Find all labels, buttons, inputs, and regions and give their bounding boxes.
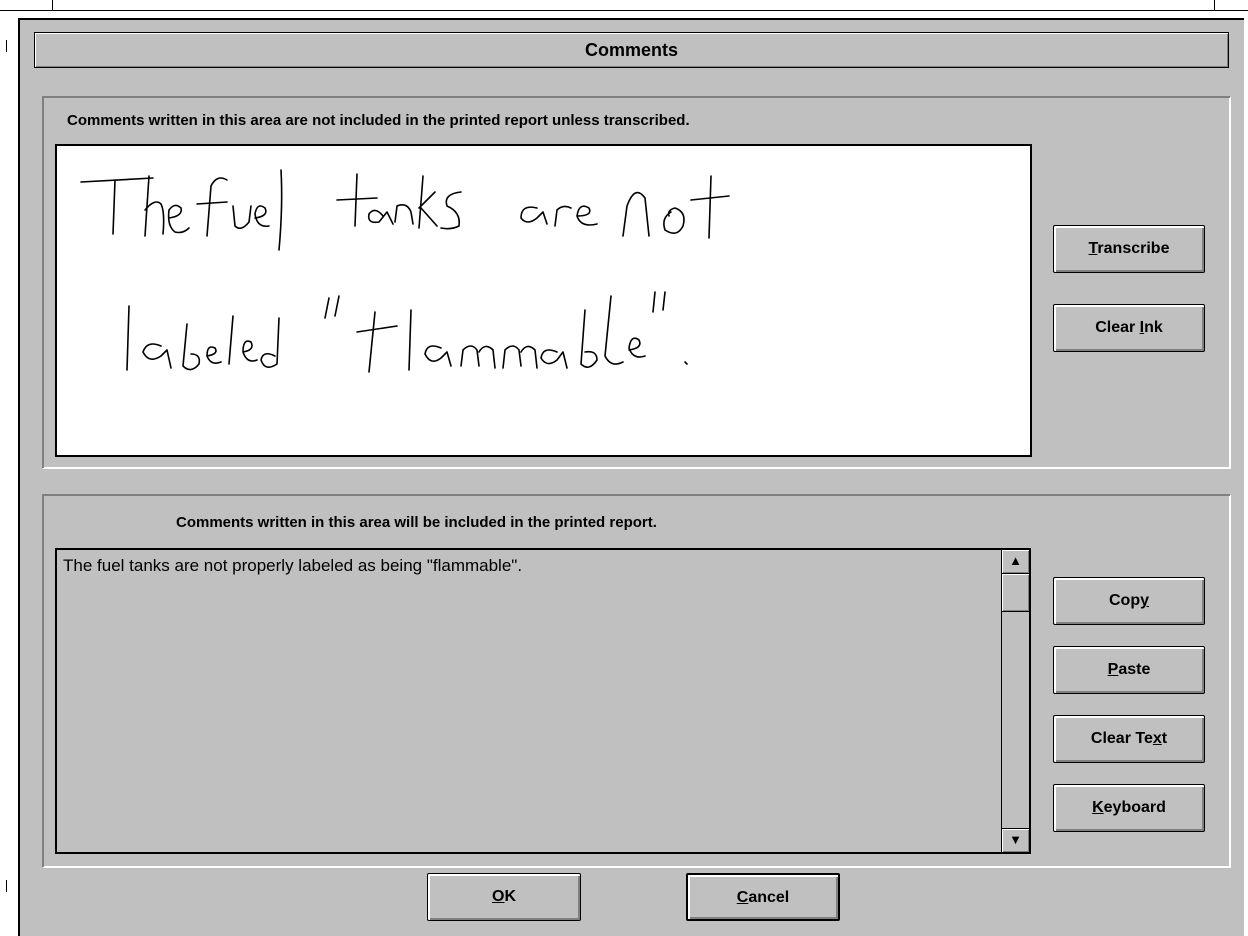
scroll-thumb[interactable]	[1002, 574, 1029, 612]
comments-text: The fuel tanks are not properly labeled …	[63, 556, 523, 575]
copy-button[interactable]: Copy	[1053, 577, 1205, 625]
ink-section-label: Comments written in this area are not in…	[67, 112, 690, 129]
frame-tick	[1214, 0, 1215, 10]
vertical-scrollbar[interactable]: ▲ ▼	[1001, 550, 1029, 852]
clear-text-button[interactable]: Clear Text	[1053, 715, 1205, 763]
text-section-label: Comments written in this area will be in…	[176, 514, 657, 531]
scroll-up-arrow-icon[interactable]: ▲	[1002, 550, 1029, 574]
paste-button[interactable]: Paste	[1053, 646, 1205, 694]
handwriting-ink	[80, 169, 730, 373]
comments-dialog: Comments Comments written in this area a…	[18, 18, 1244, 936]
comments-text-area[interactable]: The fuel tanks are not properly labeled …	[55, 548, 1031, 854]
frame-line	[0, 10, 1248, 11]
transcribe-button[interactable]: Transcribe	[1053, 225, 1205, 273]
ink-canvas[interactable]	[55, 144, 1032, 457]
cancel-button[interactable]: Cancel	[686, 873, 840, 921]
dialog-title: Comments	[34, 32, 1229, 68]
frame-tick	[6, 40, 7, 52]
keyboard-button[interactable]: Keyboard	[1053, 784, 1205, 832]
frame-tick	[52, 0, 53, 10]
clear-ink-button[interactable]: Clear Ink	[1053, 304, 1205, 352]
scroll-down-arrow-icon[interactable]: ▼	[1002, 828, 1029, 852]
ok-button[interactable]: OK	[427, 873, 581, 921]
frame-tick	[6, 880, 7, 892]
